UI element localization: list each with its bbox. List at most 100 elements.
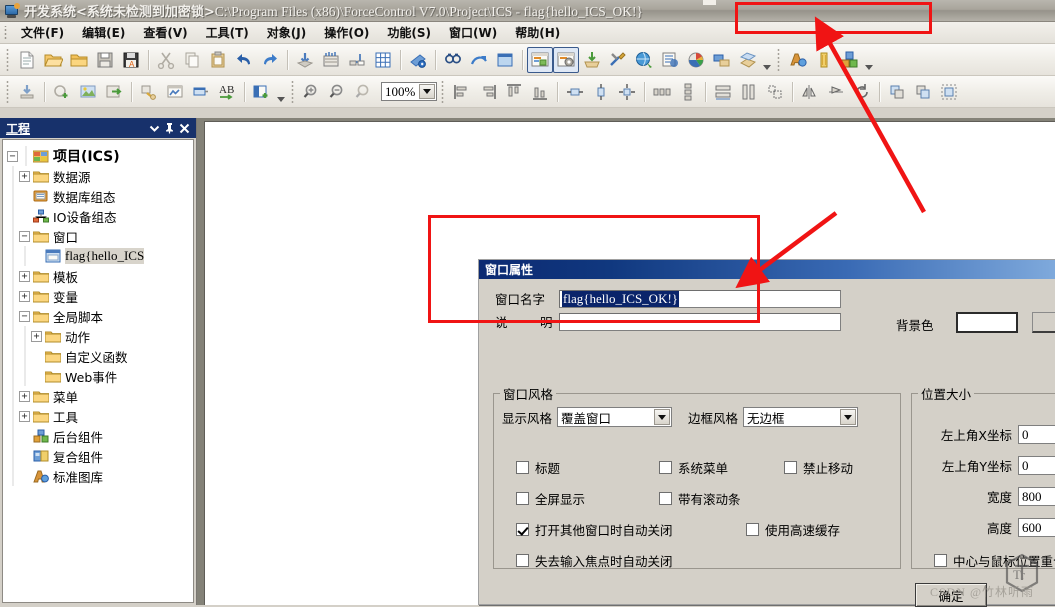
display-style-combo[interactable]: 覆盖窗口 (557, 407, 673, 427)
group-icon[interactable] (936, 79, 962, 105)
checkbox-box[interactable] (659, 461, 672, 474)
window-config-icon[interactable] (527, 46, 553, 73)
palette-icon[interactable] (683, 47, 709, 73)
height-input[interactable]: 600 (1018, 518, 1055, 537)
data-link-icon[interactable] (709, 47, 735, 73)
print-config-icon[interactable] (657, 47, 683, 73)
download-icon[interactable] (292, 47, 318, 73)
checkbox-fullscreen[interactable]: 全屏显示 (516, 489, 585, 508)
window-icon[interactable] (492, 47, 518, 73)
insert-icon[interactable] (14, 79, 40, 105)
center-v-icon[interactable] (588, 79, 614, 105)
menu-file[interactable]: 文件(F) (12, 22, 73, 43)
tree-node-web-event[interactable]: Web事件 (7, 366, 193, 386)
chevron-down-icon[interactable] (147, 120, 162, 136)
center-both-icon[interactable] (614, 79, 640, 105)
chevron-down-icon[interactable] (840, 409, 857, 425)
expander-expand-icon[interactable]: + (19, 290, 30, 302)
align-top-icon[interactable] (501, 79, 527, 105)
new-window-icon[interactable] (249, 79, 275, 105)
distribute-v-icon[interactable] (675, 79, 701, 105)
same-width-icon[interactable] (710, 79, 736, 105)
align-right-icon[interactable] (475, 79, 501, 105)
toolbar-secondary-grip[interactable] (5, 80, 11, 103)
run-icon[interactable] (405, 47, 431, 73)
chart-icon[interactable] (162, 79, 188, 105)
tree-node-menu[interactable]: + 菜单 (7, 386, 193, 406)
align-left-icon[interactable] (449, 79, 475, 105)
checkbox-disable-move[interactable]: 禁止移动 (784, 458, 853, 477)
checkbox-system-menu[interactable]: 系统菜单 (659, 458, 728, 477)
tree-node-background-component[interactable]: 后台组件 (7, 426, 193, 446)
zoom-in-icon[interactable] (299, 79, 325, 105)
menu-window[interactable]: 窗口(W) (440, 22, 506, 43)
checkbox-box[interactable] (516, 461, 529, 474)
paste-icon[interactable] (205, 47, 231, 73)
tree-node-action[interactable]: + 动作 (7, 326, 193, 346)
new-file-icon[interactable] (14, 47, 40, 73)
same-height-icon[interactable] (736, 79, 762, 105)
expander-collapse-icon[interactable]: − (19, 230, 30, 242)
tree-node-project[interactable]: − 项目(ICS) (7, 146, 193, 166)
distribute-h-icon[interactable] (649, 79, 675, 105)
tree-node-template[interactable]: + 模板 (7, 266, 193, 286)
compile-icon[interactable] (318, 47, 344, 73)
toolbar-secondary-overflow-button[interactable] (275, 79, 287, 105)
send-back-icon[interactable] (910, 79, 936, 105)
maximize-button[interactable] (703, 0, 716, 5)
align-bottom-icon[interactable] (527, 79, 553, 105)
checkbox-box[interactable] (746, 523, 759, 536)
chevron-down-icon[interactable] (419, 84, 435, 99)
folder-icon[interactable] (66, 47, 92, 73)
checkbox-box[interactable] (516, 554, 529, 567)
menu-help[interactable]: 帮助(H) (506, 22, 569, 43)
tree-node-variable[interactable]: + 变量 (7, 286, 193, 306)
expander-expand-icon[interactable]: + (19, 390, 30, 402)
checkbox-box[interactable] (659, 492, 672, 505)
expander-collapse-icon[interactable]: − (7, 150, 18, 162)
tree-node-database-config[interactable]: 数据库组态 (7, 186, 193, 206)
redo-icon[interactable] (257, 47, 283, 73)
add-shape-icon[interactable] (49, 79, 75, 105)
toolbar-zoom-grip[interactable] (290, 80, 296, 103)
menu-operation[interactable]: 操作(O) (315, 22, 378, 43)
panel-icon[interactable] (188, 79, 214, 105)
expander-expand-icon[interactable]: + (19, 170, 30, 182)
bring-front-icon[interactable] (884, 79, 910, 105)
zoom-out-icon[interactable] (325, 79, 351, 105)
expander-expand-icon[interactable]: + (19, 410, 30, 422)
tree-node-global-script[interactable]: − 全局脚本 (7, 306, 193, 326)
chevron-down-icon[interactable] (654, 409, 671, 425)
open-folder-icon[interactable] (40, 47, 66, 73)
toolbar-main-grip[interactable] (5, 48, 11, 71)
border-style-combo[interactable]: 无边框 (743, 407, 859, 427)
link-icon[interactable] (136, 79, 162, 105)
close-icon[interactable] (177, 120, 192, 136)
project-tree-container[interactable]: − 项目(ICS) + 数据源 数据库组态 IO设备组态 − 窗口 flag{h… (2, 139, 194, 603)
checkbox-scrollbar[interactable]: 带有滚动条 (659, 489, 741, 508)
checkbox-box[interactable] (934, 554, 947, 567)
window-properties-dialog[interactable]: 窗口属性 窗口名字 flag{hello_ICS_OK!} 说 明 背景色 窗口… (478, 259, 1055, 607)
pos-y-input[interactable]: 0 (1018, 456, 1055, 475)
expander-expand-icon[interactable]: + (31, 330, 42, 342)
library-icon[interactable] (785, 47, 811, 73)
window-name-input[interactable]: flag{hello_ICS_OK!} (559, 289, 841, 308)
menu-function[interactable]: 功能(S) (378, 22, 440, 43)
checkbox-box[interactable] (784, 461, 797, 474)
width-input[interactable]: 800 (1018, 487, 1055, 506)
flip-v-icon[interactable] (823, 79, 849, 105)
checkbox-autoclose-lost-focus[interactable]: 失去输入焦点时自动关闭 (516, 551, 673, 570)
window-desc-input[interactable] (559, 312, 841, 331)
tree-node-flag-window[interactable]: flag{hello_ICS (7, 246, 193, 266)
window-settings-icon[interactable] (553, 46, 579, 73)
pos-x-input[interactable]: 0 (1018, 425, 1055, 444)
toolbar-library-overflow-button[interactable] (863, 47, 875, 73)
checkbox-use-cache[interactable]: 使用高速缓存 (746, 520, 840, 539)
find-icon[interactable] (440, 47, 466, 73)
menu-view[interactable]: 查看(V) (134, 22, 196, 43)
cut-icon[interactable] (153, 47, 179, 73)
checkbox-box[interactable] (516, 492, 529, 505)
tree-node-custom-function[interactable]: 自定义函数 (7, 346, 193, 366)
text-ab-icon[interactable]: AB (214, 79, 240, 105)
menubar-grip[interactable] (2, 25, 9, 40)
